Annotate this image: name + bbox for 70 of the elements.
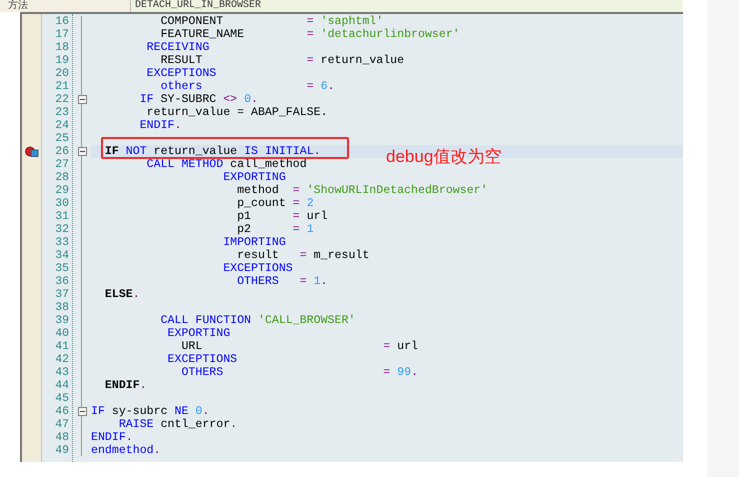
line-number: 34 [54,249,70,262]
code-line: RAISE cntl_error. [118,418,238,431]
code-line: p2 = 1 [236,223,315,236]
code-line: IF SY-SUBRC <> 0. [138,93,260,106]
fold-collapse-icon[interactable] [78,147,86,156]
code-line: IF sy-subrc NE 0. [91,405,210,418]
line-number: 30 [54,197,70,210]
line-number: 25 [54,132,70,145]
code-line: RESULT = return_value [160,54,406,67]
line-number: 26 [54,145,70,158]
breakpoint-icon [24,146,38,157]
line-number: 29 [54,184,70,197]
code-line: ENDIF. [138,119,182,132]
code-line: result = m_result [236,249,370,262]
line-number: 19 [54,54,70,67]
line-number: 28 [54,171,70,184]
line-number: 45 [54,392,70,405]
line-number: 21 [54,80,70,93]
fold-collapse-icon[interactable] [78,407,86,416]
code-line: URL = url [180,340,420,353]
line-number: 18 [54,41,70,54]
line-number: 42 [54,353,70,366]
line-number: 22 [54,93,70,106]
code-line: EXPORTING [166,327,232,340]
line-number: 36 [54,275,70,288]
line-number: 48 [54,431,70,444]
line-number: 32 [54,223,70,236]
line-number: 23 [54,106,70,119]
code-line: ELSE. [104,288,141,301]
fold-collapse-icon[interactable] [78,95,86,104]
code-line: OTHERS = 99. [180,366,420,379]
code-line: method = 'ShowURLInDetachedBrowser' [236,184,489,197]
line-number: 24 [54,119,70,132]
code-line: p1 = url [236,210,329,223]
code-line: EXCEPTIONS [166,353,238,366]
code-line: return_value = ABAP_FALSE. [146,106,329,119]
code-line: IMPORTING [222,236,287,249]
line-number: 33 [54,236,70,249]
line-number: 40 [54,327,70,340]
code-line: CALL FUNCTION 'CALL_BROWSER' [160,314,356,327]
method-name-field: DETACH_URL_IN_BROWSER [130,0,683,12]
line-number: 17 [54,28,70,41]
line-number: 46 [54,405,70,418]
code-line: EXPORTING [222,171,287,184]
code-line: endmethod. [91,444,162,457]
code-line: OTHERS = 1. [236,275,329,288]
line-number: 41 [54,340,70,353]
code-line: COMPONENT = 'saphtml' [160,15,384,28]
line-number: 44 [54,379,70,392]
code-line: ENDIF. [91,431,134,444]
line-number: 38 [54,301,70,314]
line-number: 27 [54,158,70,171]
line-number: 16 [54,15,70,28]
line-number: 37 [54,288,70,301]
code-line: others = 6. [160,80,336,93]
line-number: 31 [54,210,70,223]
line-number: 35 [54,262,70,275]
line-number: 47 [54,418,70,431]
line-number: 20 [54,67,70,80]
code-line: p_count = 2 [236,197,315,210]
line-number: 43 [54,366,70,379]
line-number: 39 [54,314,70,327]
code-line: RECEIVING [146,41,210,54]
code-line: EXCEPTIONS [146,67,218,80]
code-line: CALL METHOD call_method [146,158,308,171]
code-line: EXCEPTIONS [222,262,294,275]
code-line: ENDIF. [104,379,148,392]
line-number: 49 [54,444,70,457]
code-line: FEATURE_NAME = 'detachurlinbrowser' [160,28,461,41]
annotation-text: debug值改为空 [386,147,502,167]
